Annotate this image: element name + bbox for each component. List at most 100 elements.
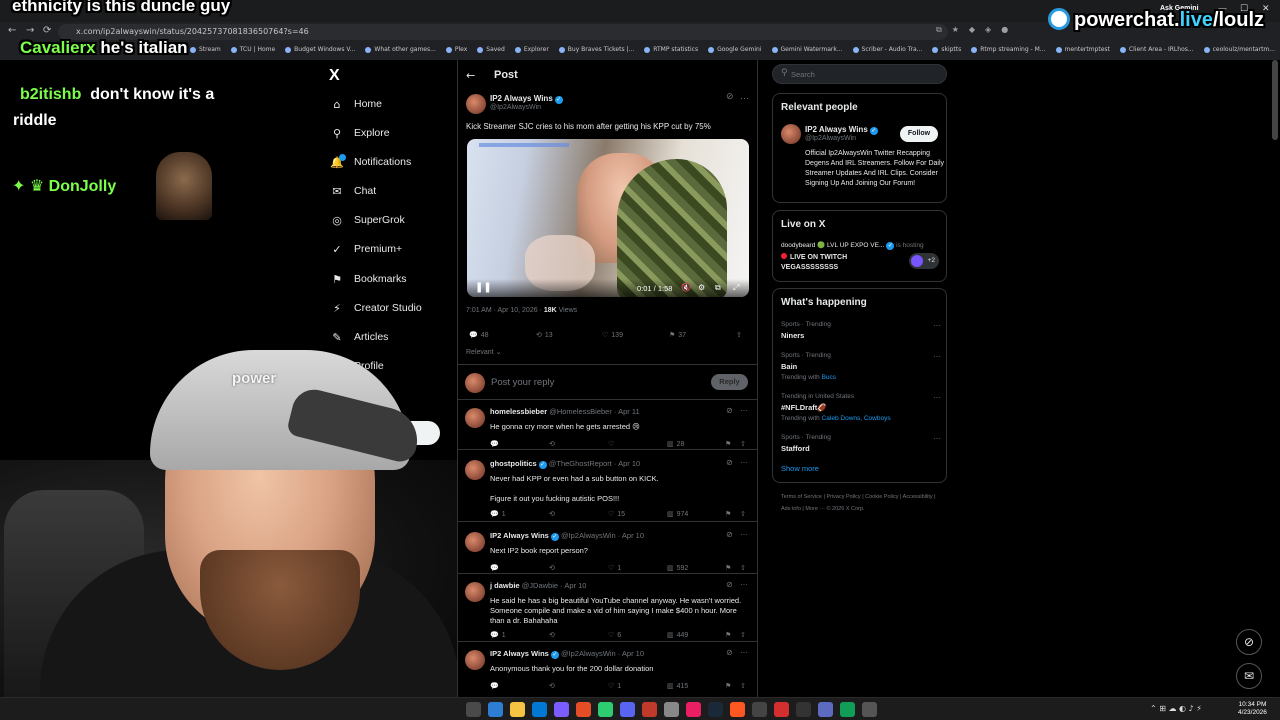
more-icon[interactable]: ··· xyxy=(933,434,941,443)
views-icon[interactable]: ▥ 974 xyxy=(667,510,688,518)
reply-avatar[interactable] xyxy=(465,408,485,428)
reply-icon[interactable]: 💬 1 xyxy=(490,510,506,518)
reply-item[interactable]: ghostpolitics ✓ @TheGhostReport · Apr 10 ⊘… xyxy=(458,454,757,522)
reply-item[interactable]: j dawbie @JDawbie · Apr 10 ⊘ ··· He said he… xyxy=(458,576,757,642)
bookmark-item[interactable]: Stream xyxy=(190,43,221,57)
bookmark-icon[interactable]: ⚑ 37 xyxy=(669,331,686,339)
browser-extension-icons[interactable]: ⧉ ★ ◆ ◈ ● xyxy=(936,25,1008,35)
author-name[interactable]: IP2 Always Wins ✓ xyxy=(490,94,563,104)
taskview-icon[interactable] xyxy=(488,702,503,717)
grok-icon[interactable]: ⊘ xyxy=(726,648,733,657)
extension-icon[interactable]: ● xyxy=(1001,25,1008,35)
chrome-icon[interactable] xyxy=(576,702,591,717)
follow-button[interactable]: Follow xyxy=(900,126,938,142)
like-icon[interactable]: ♡ 6 xyxy=(608,631,621,639)
mute-icon[interactable]: 🔇 xyxy=(681,283,691,292)
trend-item[interactable]: Sports · Trending ··· Niners xyxy=(781,321,941,340)
show-more-link[interactable]: Show more xyxy=(781,464,819,473)
bookmark-item[interactable]: Saved xyxy=(477,43,505,57)
video-player[interactable]: ❚❚ 0:01 / 1:58 🔇 ⚙ ⧉ ⤢ xyxy=(467,139,749,297)
bookmark-item[interactable]: TCU | Home xyxy=(230,43,275,57)
bookmark-item[interactable]: Budget Windows V... xyxy=(285,43,355,57)
sidebar-item-explore[interactable]: ⚲ Explore xyxy=(330,123,390,143)
bookmark-item[interactable]: Google Gemini xyxy=(708,43,762,57)
bookmark-item[interactable]: Client Area - IRLhos... xyxy=(1119,43,1194,57)
reply-icon[interactable]: 💬 xyxy=(490,440,502,448)
repost-icon[interactable]: ⟲ 13 xyxy=(536,331,553,339)
settings-icon[interactable]: ⚙ xyxy=(698,283,705,292)
like-icon[interactable]: ♡ 1 xyxy=(608,682,621,690)
reply-avatar[interactable] xyxy=(465,460,485,480)
reply-item[interactable]: IP2 Always Wins ✓ @Ip2AlwaysWin · Apr 10 ⊘… xyxy=(458,644,757,700)
back-arrow-icon[interactable]: ← xyxy=(466,69,475,82)
scrollbar[interactable] xyxy=(1272,60,1278,140)
app-icon[interactable] xyxy=(840,702,855,717)
repost-icon[interactable]: ⟲ xyxy=(549,631,558,639)
clock[interactable]: 10:34 PM 4/23/2026 xyxy=(1238,701,1267,717)
sidebar-item-creator-studio[interactable]: ⚡ Creator Studio xyxy=(330,298,422,318)
live-stream-title[interactable]: LIVE ON TWITCH VEGASSSSSSSS xyxy=(781,253,901,273)
app-icon[interactable] xyxy=(774,702,789,717)
person-avatar[interactable] xyxy=(781,124,801,144)
reply-avatar[interactable] xyxy=(465,582,485,602)
views-icon[interactable]: ▥ 592 xyxy=(667,564,688,572)
like-icon[interactable]: ♡ xyxy=(608,440,617,448)
back-icon[interactable]: ← xyxy=(8,25,16,36)
bookmark-item[interactable]: Scriber - Audio Tra... xyxy=(852,43,922,57)
reply-sort-dropdown[interactable]: Relevant ⌄ xyxy=(466,348,501,356)
more-icon[interactable]: ··· xyxy=(740,458,748,467)
more-icon[interactable]: ··· xyxy=(740,580,748,589)
like-icon[interactable]: ♡ 1 xyxy=(608,564,621,572)
reply-item[interactable]: IP2 Always Wins ✓ @Ip2AlwaysWin · Apr 10 ⊘… xyxy=(458,526,757,574)
install-icon[interactable]: ⧉ xyxy=(936,25,942,35)
share-icon[interactable]: ⇧ xyxy=(740,510,746,518)
more-icon[interactable]: ··· xyxy=(740,530,748,539)
reload-icon[interactable]: ⟳ xyxy=(43,25,51,36)
grok-icon[interactable]: ⊘ xyxy=(726,406,733,415)
pause-icon[interactable]: ❚❚ xyxy=(475,282,492,293)
grok-icon[interactable]: ⊘ xyxy=(726,530,733,539)
app-icon[interactable] xyxy=(642,702,657,717)
bookmark-icon[interactable]: ⚑ xyxy=(725,631,731,639)
reply-header[interactable]: j dawbie @JDawbie · Apr 10 xyxy=(490,581,586,590)
extension-icon[interactable]: ◆ xyxy=(969,25,975,35)
pip-icon[interactable]: ⧉ xyxy=(715,283,721,293)
sidebar-item-premium[interactable]: ✓ Premium+ xyxy=(330,239,402,259)
more-icon[interactable]: ··· xyxy=(933,352,941,361)
extension-icon[interactable]: ◈ xyxy=(985,25,991,35)
trend-item[interactable]: Sports · Trending ··· Bain Trending with Bu… xyxy=(781,352,941,381)
app-icon[interactable] xyxy=(862,702,877,717)
bookmark-icon[interactable]: ⚑ xyxy=(725,682,731,690)
address-bar[interactable]: x.com/ip2alwayswin/status/20425737081836… xyxy=(58,24,948,40)
star-icon[interactable]: ★ xyxy=(952,25,959,35)
messages-float-icon[interactable]: ✉ xyxy=(1236,663,1262,689)
reply-item[interactable]: homelessbieber @HomelessBieber · Apr 11 ⊘… xyxy=(458,402,757,450)
app-icon[interactable] xyxy=(664,702,679,717)
grok-icon[interactable]: ⊘ xyxy=(726,92,734,102)
bookmark-item[interactable]: Buy Braves Tickets |... xyxy=(558,43,634,57)
search-icon[interactable] xyxy=(466,702,481,717)
share-icon[interactable]: ⇧ xyxy=(736,331,742,339)
x-logo[interactable]: X xyxy=(329,67,340,85)
more-icon[interactable]: ··· xyxy=(740,406,748,415)
folder-icon[interactable] xyxy=(510,702,525,717)
system-tray[interactable]: ⌃ ⊞ ☁ ◐ ♪ ⚡ xyxy=(1150,704,1202,713)
live-listeners[interactable]: +2 xyxy=(909,253,939,269)
discord-icon[interactable] xyxy=(620,702,635,717)
bookmark-item[interactable]: mentertmptest xyxy=(1055,43,1110,57)
sidebar-item-bookmarks[interactable]: ⚑ Bookmarks xyxy=(330,269,406,289)
grok-icon[interactable]: ⊘ xyxy=(726,458,733,467)
bookmark-item[interactable]: Plex xyxy=(445,43,467,57)
share-icon[interactable]: ⇧ xyxy=(740,440,746,448)
repost-icon[interactable]: ⟲ xyxy=(549,510,558,518)
bookmark-item[interactable]: ceoloulz/mentartm... xyxy=(1203,43,1275,57)
brave-icon[interactable] xyxy=(730,702,745,717)
bookmark-item[interactable]: Explorer xyxy=(514,43,549,57)
views-icon[interactable]: ▥ 28 xyxy=(667,440,684,448)
trend-item[interactable]: Trending in United States ··· #NFLDraft🏈 Tr… xyxy=(781,393,941,422)
more-icon[interactable]: ··· xyxy=(933,393,941,402)
reply-header[interactable]: ghostpolitics ✓ @TheGhostReport · Apr 10 xyxy=(490,459,640,469)
bookmark-item[interactable]: RTMP statistics xyxy=(644,43,698,57)
sidebar-item-chat[interactable]: ✉ Chat xyxy=(330,181,376,201)
search-input[interactable]: ⚲ Search xyxy=(772,64,947,84)
